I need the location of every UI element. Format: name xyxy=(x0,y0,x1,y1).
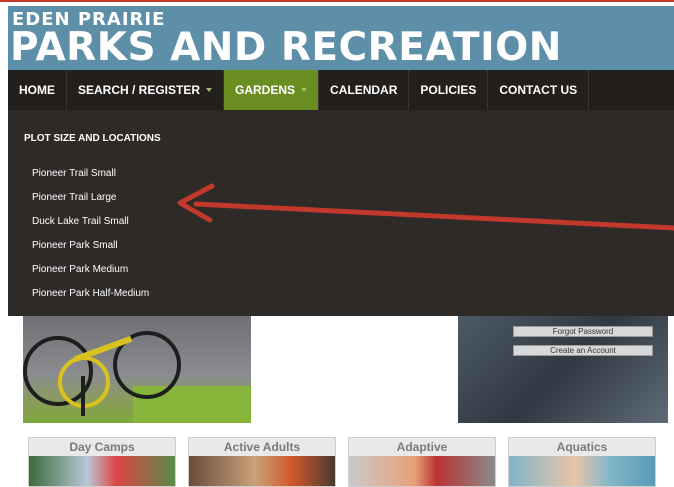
logo-site-name[interactable]: PARKS AND RECREATION xyxy=(10,26,562,70)
nav-item-contact-us[interactable]: CONTACT US xyxy=(488,70,590,110)
caret-down-icon xyxy=(301,88,308,92)
nav-item-label: CALENDAR xyxy=(330,83,398,97)
top-border-line xyxy=(0,0,674,2)
dropdown-item-pioneer-trail-small[interactable]: Pioneer Trail Small xyxy=(32,168,116,179)
tile-photo xyxy=(29,456,175,486)
dropdown-item-pioneer-trail-large[interactable]: Pioneer Trail Large xyxy=(32,192,117,203)
caret-down-icon xyxy=(206,88,213,92)
browser-viewport: EDEN PRAIRIE PARKS AND RECREATION HOME S… xyxy=(8,6,674,487)
rider-leg xyxy=(81,376,85,416)
tile-photo xyxy=(509,456,655,486)
tile-label: Aquatics xyxy=(509,438,655,456)
nav-item-label: HOME xyxy=(19,83,55,97)
tile-label: Day Camps xyxy=(29,438,175,456)
gardens-dropdown-menu: PLOT SIZE AND LOCATIONS Pioneer Trail Sm… xyxy=(8,110,674,316)
dropdown-heading: PLOT SIZE AND LOCATIONS xyxy=(24,133,161,144)
tile-photo xyxy=(189,456,335,486)
hero-photo-right: Forgot Password Create an Account xyxy=(458,316,668,423)
nav-item-label: POLICIES xyxy=(420,83,477,97)
dropdown-item-pioneer-park-medium[interactable]: Pioneer Park Medium xyxy=(32,264,128,275)
tile-label: Active Adults xyxy=(189,438,335,456)
nav-item-policies[interactable]: POLICIES xyxy=(409,70,489,110)
nav-item-label: SEARCH / REGISTER xyxy=(78,83,201,97)
site-header: EDEN PRAIRIE PARKS AND RECREATION xyxy=(8,6,674,70)
main-nav: HOME SEARCH / REGISTER GARDENS CALENDAR … xyxy=(8,70,674,110)
forgot-password-button[interactable]: Forgot Password xyxy=(513,326,653,337)
nav-item-label: CONTACT US xyxy=(499,83,578,97)
program-tile-active-adults[interactable]: Active Adults xyxy=(188,437,336,487)
dropdown-item-pioneer-park-half-medium[interactable]: Pioneer Park Half-Medium xyxy=(32,288,149,299)
nav-item-home[interactable]: HOME xyxy=(8,70,67,110)
tile-photo xyxy=(349,456,495,486)
program-tile-aquatics[interactable]: Aquatics xyxy=(508,437,656,487)
nav-item-label: GARDENS xyxy=(235,83,296,97)
program-tile-adaptive[interactable]: Adaptive xyxy=(348,437,496,487)
create-account-button[interactable]: Create an Account xyxy=(513,345,653,356)
dropdown-item-pioneer-park-small[interactable]: Pioneer Park Small xyxy=(32,240,118,251)
nav-item-gardens[interactable]: GARDENS xyxy=(224,70,320,110)
nav-item-calendar[interactable]: CALENDAR xyxy=(319,70,410,110)
dropdown-item-duck-lake-trail-small[interactable]: Duck Lake Trail Small xyxy=(32,216,129,227)
program-tile-day-camps[interactable]: Day Camps xyxy=(28,437,176,487)
nav-item-search-register[interactable]: SEARCH / REGISTER xyxy=(67,70,225,110)
tile-label: Adaptive xyxy=(349,438,495,456)
hero-photo-bikes xyxy=(23,316,251,423)
